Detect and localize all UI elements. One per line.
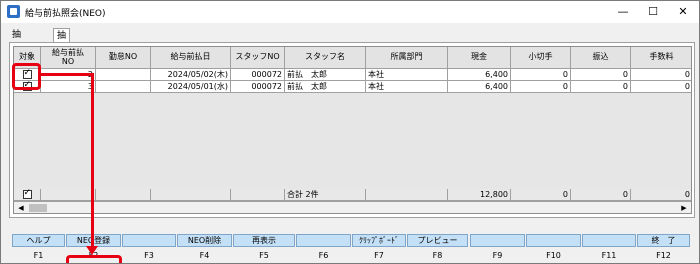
cell-check: 0 <box>511 69 571 81</box>
function-key-button-f10[interactable] <box>526 234 581 247</box>
function-key-button-f11[interactable] <box>582 234 636 247</box>
cell-department: 本社 <box>366 69 448 81</box>
cell-cash: 6,400 <box>448 69 511 81</box>
cell-department: 本社 <box>366 81 448 93</box>
totals-checkbox[interactable] <box>14 189 41 201</box>
function-key-label: F4 <box>199 251 210 260</box>
header-department[interactable]: 所属部門 <box>366 47 448 69</box>
scroll-left-icon[interactable]: ◀ <box>15 203 27 213</box>
grid-header: 対象 給与前払 NO 勤怠NO 給与前払日 スタッフNO スタッフ名 所属部門 … <box>14 47 691 69</box>
function-key-label: F11 <box>601 251 617 260</box>
header-transfer[interactable]: 振込 <box>571 47 631 69</box>
cell-staff-name: 前払 太郎 <box>285 69 366 81</box>
function-key-label: F1 <box>33 251 44 260</box>
arrow-segment <box>91 73 94 247</box>
function-key-label: F6 <box>318 251 329 260</box>
function-key-button-f8[interactable]: プレビュー <box>407 234 468 247</box>
cell-fee: 0 <box>631 69 691 81</box>
cell-transfer: 0 <box>571 69 631 81</box>
header-fee[interactable]: 手数料 <box>631 47 691 69</box>
totals-transfer: 0 <box>571 189 631 201</box>
horizontal-scrollbar[interactable]: ◀ ▶ <box>14 201 691 213</box>
header-cash[interactable]: 現金 <box>448 47 511 69</box>
cell-fee: 0 <box>631 81 691 93</box>
results-panel: 対象 給与前払 NO 勤怠NO 給与前払日 スタッフNO スタッフ名 所属部門 … <box>9 42 695 218</box>
table-row[interactable]: 3 2024/05/01(水) 000072 前払 太郎 本社 6,400 0 … <box>14 81 691 93</box>
header-check[interactable]: 小切手 <box>511 47 571 69</box>
function-key-label: F10 <box>546 251 561 260</box>
tab-extract-conditions[interactable]: 抽出条件 <box>9 28 24 82</box>
cell-check: 0 <box>511 81 571 93</box>
cell-attendance-no <box>96 69 151 81</box>
totals-label: 合計 2件 <box>285 189 366 201</box>
function-key-button-f1[interactable]: ヘルプ <box>12 234 65 247</box>
window-title: 給与前払照会(NEO) <box>25 9 106 19</box>
totals-check: 0 <box>511 189 571 201</box>
function-key-button-f9[interactable] <box>470 234 525 247</box>
cell-advance-no: 3 <box>41 81 96 93</box>
checkbox-highlight-callout <box>12 63 41 90</box>
arrow-head-icon <box>86 246 98 255</box>
arrow-segment <box>41 73 93 76</box>
cell-transfer: 0 <box>571 81 631 93</box>
function-key-button-f6[interactable] <box>296 234 351 247</box>
totals-row: 合計 2件 12,800 0 0 0 <box>14 189 691 201</box>
title-bar: 給与前払照会(NEO) — ☐ ✕ <box>1 1 699 23</box>
results-grid: 対象 給与前払 NO 勤怠NO 給与前払日 スタッフNO スタッフ名 所属部門 … <box>13 46 692 214</box>
header-staff-name[interactable]: スタッフ名 <box>285 47 366 69</box>
cell-advance-date: 2024/05/01(水) <box>151 81 231 93</box>
function-key-label: F5 <box>259 251 269 260</box>
tab-extract-results[interactable]: 抽出結果 <box>53 28 71 83</box>
cell-staff-no: 000072 <box>231 69 285 81</box>
cell-cash: 6,400 <box>448 81 511 93</box>
totals-cash: 12,800 <box>448 189 511 201</box>
function-key-label: F7 <box>374 251 384 260</box>
app-icon <box>7 5 20 18</box>
cell-advance-date: 2024/05/02(木) <box>151 69 231 81</box>
close-button[interactable]: ✕ <box>665 3 700 21</box>
function-key-label: F12 <box>656 251 671 260</box>
cell-attendance-no <box>96 81 151 93</box>
cell-staff-no: 000072 <box>231 81 285 93</box>
checkbox-checked-icon[interactable] <box>22 189 32 199</box>
scroll-thumb[interactable] <box>29 204 47 212</box>
cell-staff-name: 前払 太郎 <box>285 81 366 93</box>
app-window: 給与前払照会(NEO) — ☐ ✕ 抽出条件 抽出結果 対象 給与前払 NO 勤… <box>0 0 700 264</box>
function-key-button-f3[interactable] <box>122 234 176 247</box>
header-staff-no[interactable]: スタッフNO <box>231 47 285 69</box>
function-key-button-f7[interactable]: ｸﾘｯﾌﾟﾎﾞｰﾄﾞ <box>352 234 406 247</box>
neo-register-highlight-callout <box>66 255 122 263</box>
function-key-label: F8 <box>432 251 443 260</box>
totals-fee: 0 <box>631 189 691 201</box>
function-key-label: F3 <box>144 251 154 260</box>
function-key-label: F9 <box>492 251 503 260</box>
function-key-button-f12[interactable]: 終 了 <box>637 234 690 247</box>
header-advance-no[interactable]: 給与前払 NO <box>41 47 96 69</box>
header-attendance-no[interactable]: 勤怠NO <box>96 47 151 69</box>
header-advance-date[interactable]: 給与前払日 <box>151 47 231 69</box>
scroll-right-icon[interactable]: ▶ <box>678 203 690 213</box>
function-key-button-f5[interactable]: 再表示 <box>233 234 295 247</box>
table-row[interactable]: 2 2024/05/02(木) 000072 前払 太郎 本社 6,400 0 … <box>14 69 691 81</box>
function-key-button-f4[interactable]: NEO削除 <box>177 234 232 247</box>
